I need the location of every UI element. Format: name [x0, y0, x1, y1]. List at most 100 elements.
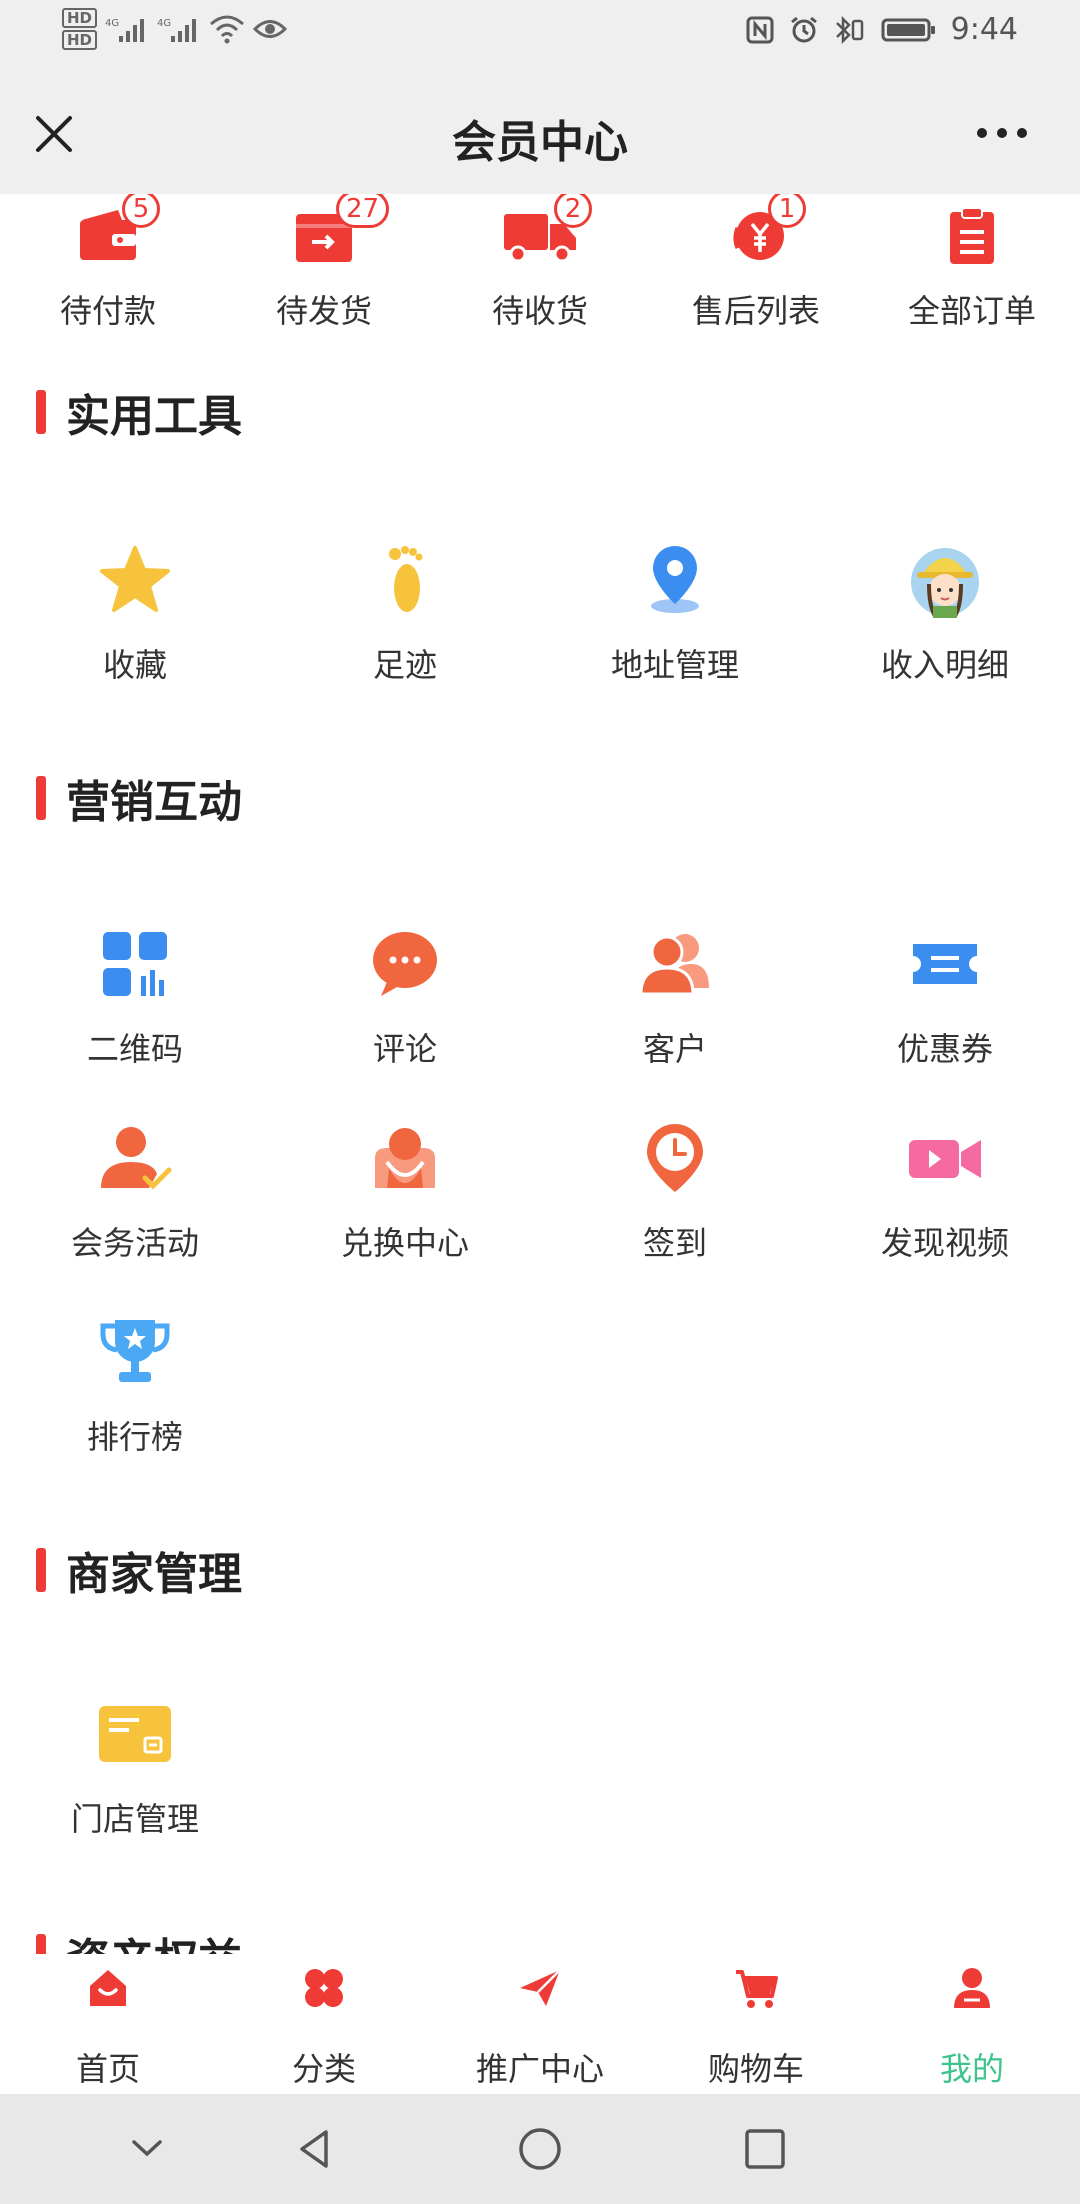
signal-icon: 4G [157, 18, 197, 42]
nfc-icon [746, 16, 774, 43]
count-badge: 5 [122, 194, 160, 228]
chevron-down-icon[interactable] [122, 2124, 172, 2174]
tab-label: 购物车 [707, 2050, 804, 2088]
section-heading: 营销互动 [66, 777, 242, 828]
order-pending-shipment[interactable]: 27 待发货 [216, 194, 432, 344]
wifi-icon [210, 15, 245, 44]
comment-icon [373, 932, 437, 996]
star-icon [100, 546, 170, 612]
exchange-icon [375, 1128, 435, 1188]
recents-square-icon[interactable] [740, 2124, 790, 2174]
title-bar: 会员中心 [0, 66, 1080, 194]
order-pending-receipt[interactable]: 2 待收货 [432, 194, 648, 344]
back-triangle-icon[interactable] [290, 2124, 340, 2174]
merchant-label: 门店管理 [70, 1800, 199, 1838]
marketing-label: 排行榜 [86, 1418, 183, 1456]
store-card-icon [99, 1706, 171, 1762]
marketing-checkin[interactable]: 签到 [540, 1118, 810, 1298]
customers-icon [639, 934, 709, 996]
tool-label: 地址管理 [610, 646, 739, 684]
tab-cart[interactable]: 购物车 [648, 1954, 864, 2094]
marketing-video[interactable]: 发现视频 [810, 1118, 1080, 1298]
order-status-row: 5 待付款 27 待发货 2 待收货 1 售后列表 全部订单 [0, 194, 1080, 344]
footprint-icon [389, 546, 423, 612]
section-title-assets: 资产权益 [36, 1924, 242, 1954]
coupon-icon [913, 944, 977, 984]
tool-label: 足迹 [372, 646, 437, 684]
tab-label: 推广中心 [475, 2050, 604, 2088]
trophy-icon [100, 1320, 170, 1382]
order-label: 售后列表 [691, 292, 820, 330]
marketing-event[interactable]: 会务活动 [0, 1118, 270, 1298]
cart-icon [736, 1970, 778, 2008]
user-icon [954, 1968, 990, 2008]
order-after-sales[interactable]: 1 售后列表 [648, 194, 864, 344]
order-label: 全部订单 [907, 292, 1036, 330]
marketing-label: 评论 [372, 1030, 437, 1068]
eye-icon [253, 20, 288, 38]
tab-mine[interactable]: 我的 [864, 1954, 1080, 2094]
event-check-icon [101, 1127, 172, 1190]
marketing-label: 签到 [642, 1224, 707, 1262]
battery-icon [881, 18, 935, 41]
section-title-merchant: 商家管理 [36, 1538, 242, 1602]
marketing-customers[interactable]: 客户 [540, 924, 810, 1104]
tool-footprint[interactable]: 足迹 [270, 540, 540, 720]
tab-category[interactable]: 分类 [216, 1954, 432, 2094]
marketing-ranking[interactable]: 排行榜 [0, 1312, 270, 1492]
marketing-label: 二维码 [86, 1030, 183, 1068]
order-label: 待收货 [491, 292, 588, 330]
tab-label: 首页 [75, 2050, 140, 2088]
count-badge: 1 [768, 194, 806, 228]
tool-favorites[interactable]: 收藏 [0, 540, 270, 720]
marketing-label: 兑换中心 [340, 1224, 469, 1262]
marketing-qrcode[interactable]: 二维码 [0, 924, 270, 1104]
section-title-marketing: 营销互动 [36, 766, 242, 830]
marketing-label: 发现视频 [880, 1224, 1009, 1262]
order-pending-payment[interactable]: 5 待付款 [0, 194, 216, 344]
count-badge: 27 [336, 194, 390, 228]
tool-income[interactable]: 收入明细 [810, 540, 1080, 720]
location-pin-icon [651, 546, 699, 613]
section-accent-bar [36, 776, 46, 820]
qrcode-icon [103, 932, 167, 996]
home-icon [90, 1970, 126, 2006]
merchant-store[interactable]: 门店管理 [0, 1694, 270, 1874]
tool-label: 收藏 [102, 646, 167, 684]
clock-time: 9:44 [950, 12, 1018, 47]
home-circle-icon[interactable] [515, 2124, 565, 2174]
tab-promotion[interactable]: 推广中心 [432, 1954, 648, 2094]
tool-address[interactable]: 地址管理 [540, 540, 810, 720]
marketing-label: 客户 [642, 1030, 707, 1068]
marketing-coupon[interactable]: 优惠券 [810, 924, 1080, 1104]
hd-label: HD [62, 8, 98, 28]
count-badge: 2 [554, 194, 592, 228]
avatar-girl-icon [911, 548, 979, 618]
page-title: 会员中心 [452, 117, 628, 168]
section-accent-bar [36, 1548, 46, 1592]
section-title-tools: 实用工具 [36, 380, 242, 444]
tool-label: 收入明细 [880, 646, 1009, 684]
paper-plane-icon [520, 1969, 561, 2006]
marketing-exchange[interactable]: 兑换中心 [270, 1118, 540, 1298]
page-content: 5 待付款 27 待发货 2 待收货 1 售后列表 全部订单 实用工具 收藏 足… [0, 194, 1080, 1954]
video-camera-icon [909, 1140, 981, 1178]
system-nav-bar [0, 2094, 1080, 2204]
tab-label: 我的 [939, 2050, 1004, 2088]
svg-text:4G: 4G [157, 18, 171, 29]
clipboard-icon [950, 207, 994, 264]
more-options-icon[interactable] [972, 118, 1032, 148]
order-all[interactable]: 全部订单 [864, 194, 1080, 344]
bottom-tab-bar: 首页 分类 推广中心 购物车 我的 [0, 1954, 1080, 2094]
marketing-label: 优惠券 [896, 1030, 993, 1068]
category-icon [305, 1969, 343, 2007]
section-heading: 实用工具 [66, 391, 242, 442]
tab-home[interactable]: 首页 [0, 1954, 216, 2094]
hd-indicator: HD HD [62, 8, 98, 50]
svg-text:4G: 4G [105, 18, 119, 29]
bluetooth-vibrate-icon [835, 15, 863, 44]
alarm-icon [790, 16, 817, 42]
section-heading: 资产权益 [66, 1924, 242, 1954]
marketing-comment[interactable]: 评论 [270, 924, 540, 1104]
order-label: 待发货 [275, 292, 372, 330]
